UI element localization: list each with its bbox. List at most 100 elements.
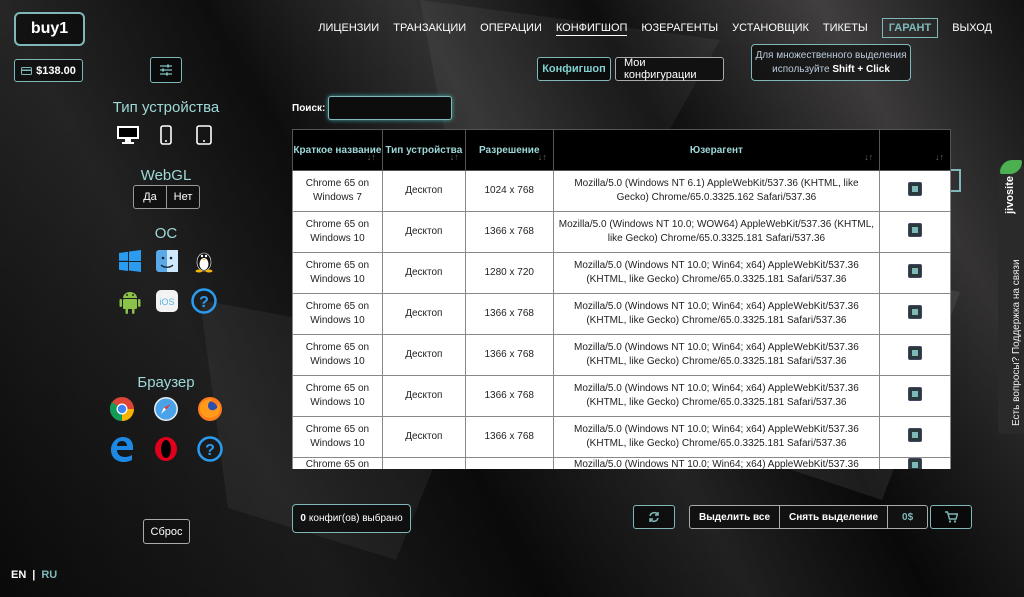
ios-icon[interactable]: iOS [154, 288, 180, 314]
card-icon [21, 66, 33, 75]
cell-device: Десктоп [381, 293, 466, 335]
deselect-button[interactable]: Снять выделение [779, 506, 887, 528]
svg-text:?: ? [205, 442, 215, 459]
jivo-text: Есть вопросы? Поддержка на связи [1011, 259, 1022, 426]
support-chat-widget[interactable]: jivosite Есть вопросы? Поддержка на связ… [998, 160, 1024, 434]
selected-count: 0 [300, 513, 306, 524]
hint-line2: используйте Shift + Click [752, 63, 910, 77]
row-checkbox[interactable] [908, 427, 923, 442]
table-row[interactable]: Chrome 65 on Windows 10 Десктоп 1366 x 768… [292, 211, 951, 253]
selected-count-badge: 0 конфиг(ов) выбрано [292, 504, 411, 533]
windows-icon[interactable] [117, 248, 143, 274]
desktop-icon[interactable] [115, 124, 141, 146]
safari-icon[interactable] [152, 395, 180, 423]
nav-configshop[interactable]: КОНФИГШОП [555, 21, 628, 36]
row-checkbox[interactable] [908, 304, 923, 319]
search-input[interactable] [328, 96, 452, 120]
macos-icon[interactable] [154, 248, 180, 274]
row-checkbox[interactable] [908, 386, 923, 401]
sliders-icon [160, 64, 172, 76]
nav-useragents[interactable]: ЮЗЕРАГЕНТЫ [641, 21, 718, 35]
row-checkbox[interactable] [908, 263, 923, 278]
row-checkbox[interactable] [908, 458, 923, 469]
browser-title: Браузер [137, 374, 195, 391]
cell-name: Chrome 65 on Windows 10 [292, 375, 383, 417]
nav-operations[interactable]: ОПЕРАЦИИ [480, 21, 542, 35]
table-scroll-tab[interactable] [951, 169, 961, 192]
phone-icon[interactable] [158, 124, 174, 146]
cell-useragent: Mozilla/5.0 (Windows NT 10.0; WOW64) App… [552, 211, 881, 253]
nav-installer[interactable]: УСТАНОВЩИК [732, 21, 809, 35]
tab-configshop[interactable]: Конфигшоп [537, 57, 611, 81]
webgl-yes-button[interactable]: Да [134, 186, 166, 208]
table-row[interactable]: Chrome 65 on Mozilla/5.0 (Windows NT 10.0… [292, 457, 951, 469]
cell-resolution: 1366 x 768 [464, 334, 554, 376]
tab-my-configs[interactable]: Мои конфигурации [615, 57, 724, 81]
cell-name: Chrome 65 on Windows 7 [292, 170, 383, 212]
unknown-os-icon[interactable]: ? [190, 287, 218, 315]
cell-useragent: Mozilla/5.0 (Windows NT 10.0; Win64; x64… [552, 334, 881, 376]
nav-transactions[interactable]: ТРАНЗАКЦИИ [393, 21, 466, 35]
col-short-name[interactable]: Краткое название ↓↑ [292, 129, 383, 171]
nav-licenses[interactable]: ЛИЦЕНЗИИ [318, 21, 379, 35]
search-label: Поиск: [292, 103, 326, 114]
logo[interactable]: buy1 [14, 12, 85, 46]
tablet-icon[interactable] [194, 124, 214, 146]
android-icon[interactable] [117, 288, 143, 316]
cell-useragent: Mozilla/5.0 (Windows NT 10.0; Win64; x64… [552, 293, 881, 335]
cell-useragent: Mozilla/5.0 (Windows NT 10.0; Win64; x64… [552, 416, 881, 458]
webgl-toggle: Да Нет [133, 185, 200, 209]
lang-en[interactable]: EN [11, 569, 26, 581]
col-resolution[interactable]: Разрешение ↓↑ [464, 129, 554, 171]
select-all-button[interactable]: Выделить все [690, 506, 779, 528]
lang-separator: | [32, 569, 36, 581]
sort-icon: ↓↑ [537, 152, 547, 162]
sort-icon: ↓↑ [935, 152, 944, 162]
col-resolution-label: Разрешение [479, 144, 540, 156]
hint-line1: Для множественного выделения [755, 50, 907, 61]
table-row[interactable]: Chrome 65 on Windows 10 Десктоп 1366 x 768… [292, 293, 951, 335]
balance-button[interactable]: $138.00 [14, 59, 83, 82]
opera-icon[interactable] [152, 435, 180, 463]
table-row[interactable]: Chrome 65 on Windows 10 Десктоп 1280 x 720… [292, 252, 951, 294]
hint-shortcut: Shift + Click [832, 64, 890, 75]
lang-ru[interactable]: RU [41, 569, 57, 581]
col-device-type[interactable]: Тип устройства ↓↑ [381, 129, 466, 171]
cell-device: Десктоп [381, 211, 466, 253]
row-checkbox[interactable] [908, 222, 923, 237]
cell-resolution [464, 457, 554, 469]
webgl-no-button[interactable]: Нет [166, 186, 199, 208]
unknown-browser-icon[interactable]: ? [196, 435, 224, 463]
os-title: ОС [154, 225, 178, 242]
firefox-icon[interactable] [196, 395, 224, 423]
top-nav: ЛИЦЕНЗИИ ТРАНЗАКЦИИ ОПЕРАЦИИ КОНФИГШОП Ю… [318, 18, 992, 38]
selected-count-label: конфиг(ов) выбрано [308, 513, 403, 524]
reset-button[interactable]: Сброс [143, 519, 190, 544]
svg-text:?: ? [199, 294, 209, 311]
row-checkbox[interactable] [908, 345, 923, 360]
linux-icon[interactable] [191, 248, 217, 274]
cart-button[interactable] [930, 505, 972, 529]
col-select[interactable]: ↓↑ [879, 129, 951, 171]
cell-name: Chrome 65 on Windows 10 [292, 416, 383, 458]
row-checkbox[interactable] [908, 181, 923, 196]
table-row[interactable]: Chrome 65 on Windows 7 Десктоп 1024 x 768 M… [292, 170, 951, 212]
cell-device: Десктоп [381, 334, 466, 376]
cell-resolution: 1366 x 768 [464, 375, 554, 417]
nav-tickets[interactable]: ТИКЕТЫ [823, 21, 868, 35]
cell-resolution: 1024 x 768 [464, 170, 554, 212]
table-row[interactable]: Chrome 65 on Windows 10 Десктоп 1366 x 768… [292, 416, 951, 458]
table-row[interactable]: Chrome 65 on Windows 10 Десктоп 1366 x 768… [292, 334, 951, 376]
nav-garant[interactable]: ГАРАНТ [881, 18, 939, 38]
cell-name: Chrome 65 on Windows 10 [292, 293, 383, 335]
refresh-button[interactable] [633, 505, 675, 529]
table-row[interactable]: Chrome 65 on Windows 10 Десктоп 1366 x 768… [292, 375, 951, 417]
col-useragent[interactable]: Юзерагент ↓↑ [552, 129, 881, 171]
filter-settings-button[interactable] [150, 57, 182, 83]
edge-icon[interactable] [108, 435, 136, 463]
cell-device: Десктоп [381, 416, 466, 458]
chrome-icon[interactable] [108, 395, 136, 423]
cell-useragent: Mozilla/5.0 (Windows NT 6.1) AppleWebKit… [552, 170, 881, 212]
nav-logout[interactable]: ВЫХОД [952, 21, 992, 35]
language-switcher: EN | RU [11, 569, 57, 581]
